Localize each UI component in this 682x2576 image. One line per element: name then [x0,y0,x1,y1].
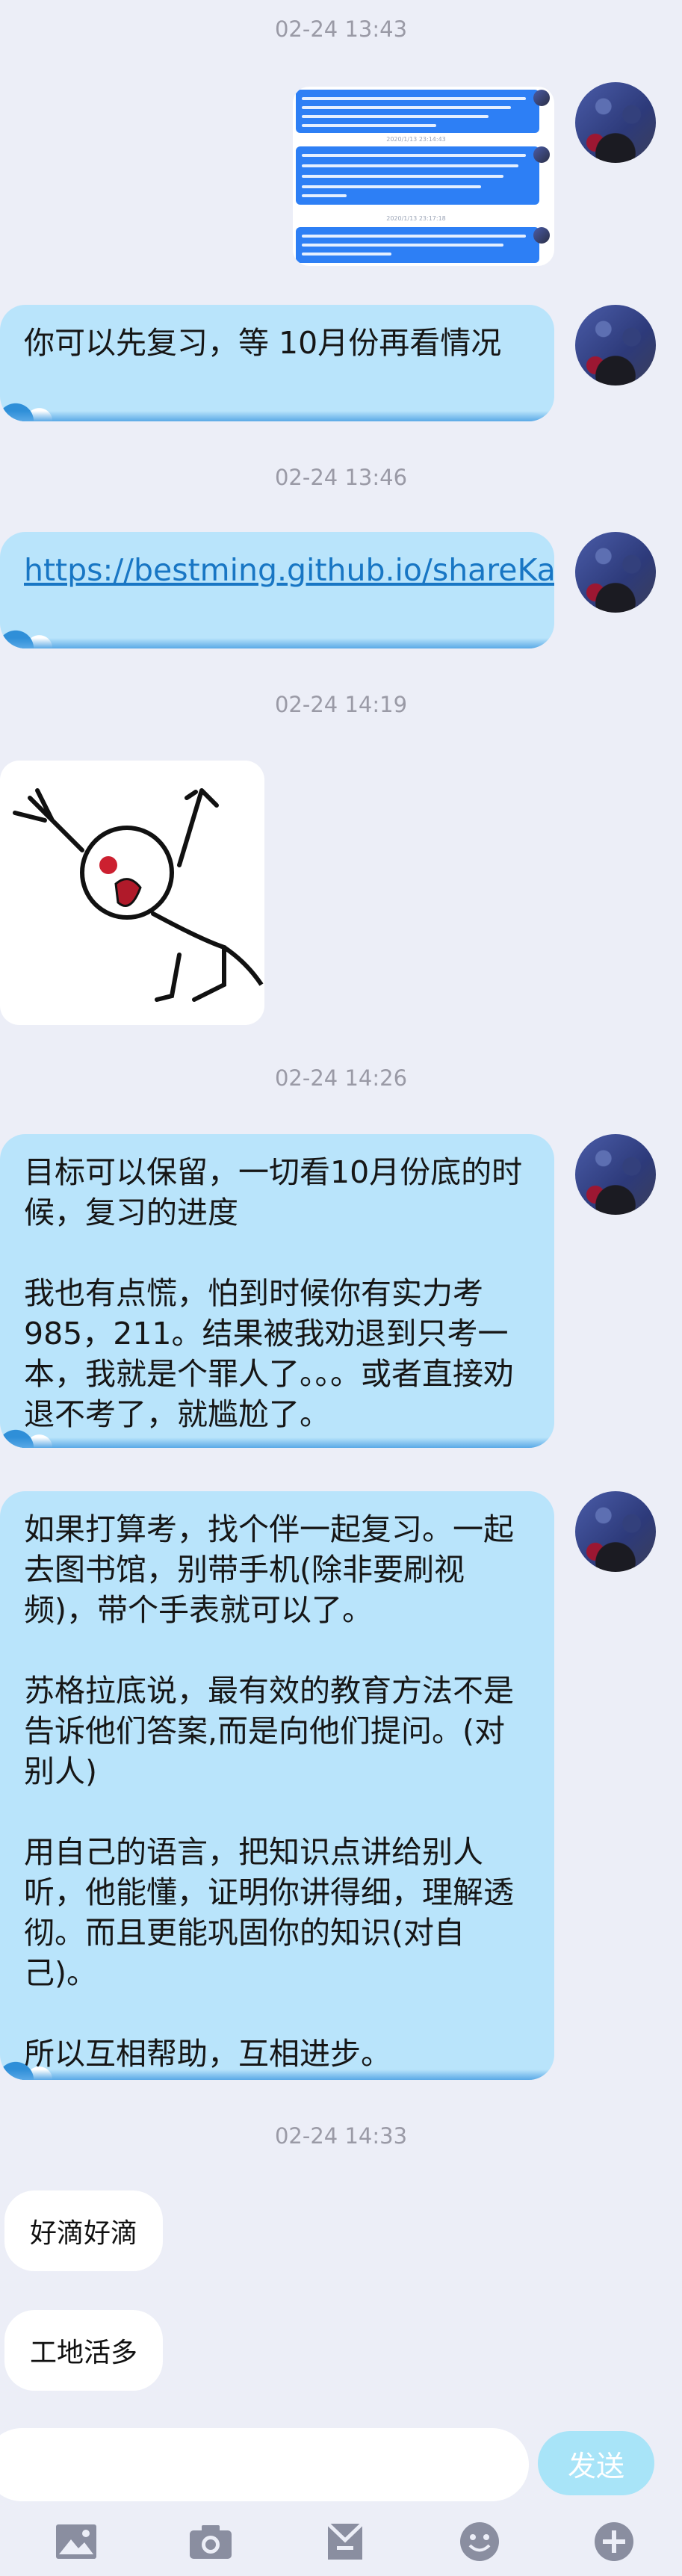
send-button[interactable]: 发送 [538,2431,654,2495]
incoming-message-bubble[interactable]: 好滴好滴 [4,2190,164,2271]
crying-stickman-sticker [13,788,264,1002]
input-bar: 发送 [0,2421,682,2512]
avatar [533,146,550,163]
avatar[interactable] [575,1134,656,1215]
message-paragraph: 所以互相帮助，互相进步。 [24,2036,391,2072]
plus-icon[interactable] [590,2518,638,2566]
sticker-image[interactable] [0,761,264,1025]
avatar[interactable] [575,532,656,613]
avatar [533,90,550,106]
avatar[interactable] [575,1491,656,1572]
timestamp: 02-24 14:19 [274,692,408,717]
bubble-wave-decoration [0,623,52,648]
image-icon[interactable] [52,2518,100,2566]
message-input[interactable] [0,2428,529,2501]
timestamp: 02-24 13:46 [274,465,408,490]
message-paragraph: 目标可以保留，一切看10月份底的时候，复习的进度 [24,1154,523,1230]
incoming-message-bubble[interactable]: 工地活多 [4,2310,164,2391]
timestamp: 02-24 14:26 [274,1065,408,1091]
camera-icon[interactable] [187,2518,235,2566]
message-bubble[interactable]: 如果打算考，找个伴一起复习。一起去图书馆，别带手机(除非要刷视频)，带个手表就可… [0,1491,554,2080]
screenshot-time: 2020/1/13 23:17:18 [386,215,446,222]
link-text[interactable]: https://bestming.github.io/shareKaoYan/ [24,550,554,590]
bubble-wave-decoration [0,2055,52,2080]
message-bubble[interactable]: 你可以先复习，等 10月份再看情况 [0,305,554,421]
message-paragraph: 苏格拉底说，最有效的教育方法不是告诉他们答案,而是向他们提问。(对别人) [24,1673,514,1789]
timestamp: 02-24 14:33 [274,2123,408,2149]
avatar[interactable] [575,305,656,386]
emoji-icon[interactable] [456,2518,503,2566]
bottom-toolbar [0,2512,682,2576]
screenshot-time: 2020/1/13 23:14:43 [386,136,446,143]
message-paragraph: 如果打算考，找个伴一起复习。一起去图书馆，别带手机(除非要刷视频)，带个手表就可… [24,1511,514,1628]
bubble-wave-decoration [0,396,52,421]
screenshot-image-message[interactable]: 2020/1/13 23:14:43 2020/1/13 23:17:18 [293,87,554,266]
timestamp: 02-24 13:43 [274,16,408,42]
message-paragraph: 我也有点慌，怕到时候你有实力考985，211。结果被我劝退到只考一本，我就是个罪… [24,1275,514,1432]
message-text: 好滴好滴 [30,2218,138,2249]
message-text: 工地活多 [30,2338,138,2368]
message-bubble[interactable]: 目标可以保留，一切看10月份底的时候，复习的进度 我也有点慌，怕到时候你有实力考… [0,1134,554,1448]
bubble-wave-decoration [0,1422,52,1448]
avatar [533,227,550,244]
link-message-bubble[interactable]: https://bestming.github.io/shareKaoYan/ [0,532,554,648]
message-paragraph: 用自己的语言，把知识点讲给别人听，他能懂，证明你讲得细，理解透彻。而且更能巩固你… [24,1834,514,1991]
avatar[interactable] [575,82,656,163]
folder-icon[interactable] [321,2518,369,2566]
message-text: 你可以先复习，等 10月份再看情况 [24,325,502,361]
